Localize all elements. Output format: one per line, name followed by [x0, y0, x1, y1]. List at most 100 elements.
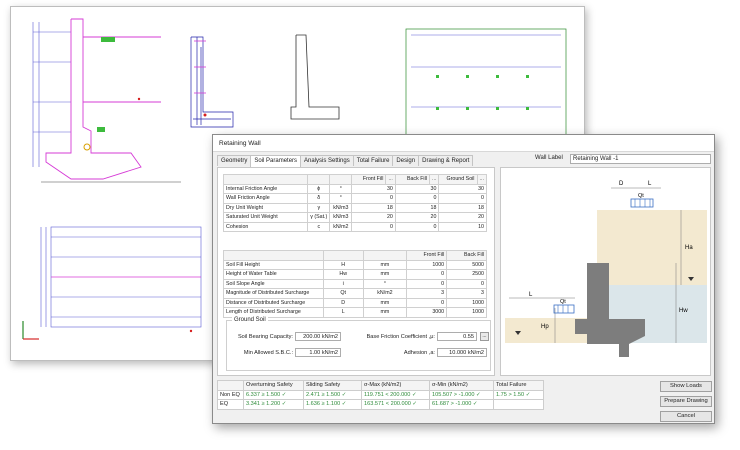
label-ha: Ha — [685, 245, 693, 251]
front-surcharge-arrows — [557, 305, 569, 313]
wall-label-input[interactable]: Retaining Wall -1 — [570, 154, 711, 164]
label-qt-top: Qt — [638, 193, 644, 199]
front-fill-options-button[interactable]: ... — [385, 174, 396, 185]
row-unit: kN/m3 — [329, 202, 353, 213]
back-fill-cell[interactable]: 1000 — [446, 307, 487, 318]
tab-design[interactable]: Design — [392, 155, 420, 166]
row-unit: mm — [362, 307, 408, 318]
row-unit: mm — [362, 259, 408, 270]
front-fill-cell[interactable]: 0 — [351, 221, 396, 232]
back-fill-options-button[interactable]: ... — [428, 174, 440, 185]
adhesion-label: Adhesion ,a: — [403, 350, 435, 356]
header-ground-soil: Ground Soil — [438, 174, 478, 185]
front-fill-cell[interactable]: 0 — [406, 269, 448, 280]
back-fill-cell[interactable]: 3 — [446, 288, 487, 299]
row-unit: kN/m3 — [329, 212, 353, 223]
fill-geometry-table: Front Fill Back Fill Soil Fill Height H … — [223, 250, 487, 318]
row-symbol: γ — [307, 202, 331, 213]
ground-soil-group: Ground Soil Soil Bearing Capacity: 200.0… — [226, 317, 491, 371]
label-d: D — [619, 181, 624, 187]
min-sbc-field[interactable]: 1.00 kN/m2 — [295, 348, 341, 357]
row-unit: mm — [362, 269, 408, 280]
row-label: Internal Friction Angle — [222, 183, 309, 194]
tab-soil-parameters[interactable]: Soil Parameters — [250, 155, 302, 167]
header-sigma-min: σ-Min (kN/m2) — [429, 380, 494, 391]
ground-soil-cell[interactable]: 10 — [438, 221, 487, 232]
back-fill-cell[interactable]: 0 — [446, 278, 487, 289]
row-symbol: L — [322, 307, 364, 318]
soil-parameters-panel: Front Fill ... Back Fill ... Ground Soil… — [217, 167, 495, 376]
ground-soil-options-button[interactable]: ... — [476, 174, 487, 185]
back-fill-cell[interactable]: 18 — [394, 202, 440, 213]
min-sbc-label: Min Allowed S.B.C.: — [243, 350, 293, 356]
header-cell — [307, 174, 331, 185]
row-symbol: Hw — [322, 269, 364, 280]
front-fill-cell[interactable]: 3 — [406, 288, 448, 299]
overturning-result: 6.337 ≥ 1.500 ✓ — [243, 389, 304, 400]
tab-drawing-report[interactable]: Drawing & Report — [418, 155, 474, 166]
table-row: Magnitude of Distributed Surcharge Qt kN… — [223, 288, 487, 299]
ground-soil-cell[interactable]: 30 — [438, 183, 487, 194]
ground-soil-cell[interactable]: 0 — [438, 193, 487, 204]
back-fill-cell[interactable]: 0 — [394, 221, 440, 232]
prepare-drawing-button[interactable]: Prepare Drawing — [660, 396, 712, 407]
table-row: Soil Fill Height H mm 1000 5000 — [223, 259, 487, 270]
label-l-top: L — [648, 181, 652, 187]
ground-soil-cell[interactable]: 18 — [438, 202, 487, 213]
row-symbol: ϕ — [307, 183, 331, 194]
row-unit: ° — [329, 183, 353, 194]
friction-coefficient-label: Base Friction Coefficient ,μ: — [366, 334, 435, 340]
row-label: Saturated Unit Weight — [222, 212, 309, 223]
total-failure-result — [493, 399, 544, 410]
row-label: Soil Slope Angle — [223, 278, 324, 289]
back-fill-cell[interactable]: 5000 — [446, 259, 487, 270]
back-fill-cell[interactable]: 0 — [394, 193, 440, 204]
back-fill-cell[interactable]: 2500 — [446, 269, 487, 280]
back-fill-cell[interactable]: 20 — [394, 212, 440, 223]
wall-label-caption: Wall Label — [535, 155, 563, 161]
row-symbol: γ (Sat.) — [307, 212, 331, 223]
retaining-wall-dialog: Retaining Wall Geometry Soil Parameters … — [212, 134, 715, 424]
front-fill-cell[interactable]: 1000 — [406, 259, 448, 270]
wall-preview: D L Qt L Qt Ha Hw Hp — [500, 167, 711, 376]
front-fill-cell[interactable]: 0 — [406, 278, 448, 289]
header-cell — [223, 250, 324, 261]
label-hw: Hw — [679, 308, 688, 314]
row-symbol: H — [322, 259, 364, 270]
tab-total-failure[interactable]: Total Failure — [352, 155, 394, 166]
table-row: Height of Water Table Hw mm 0 2500 — [223, 269, 487, 280]
retaining-wall-diagram: D L Qt L Qt Ha Hw Hp — [505, 181, 707, 357]
header-back-fill: Back Fill — [446, 250, 487, 261]
bearing-capacity-field[interactable]: 200.00 kN/m2 — [295, 332, 341, 341]
show-loads-button[interactable]: Show Loads — [660, 381, 712, 392]
table-row: Cohesion c kN/m2 0 0 10 — [222, 221, 487, 232]
header-total-failure: Total Failure — [493, 380, 544, 391]
header-front-fill: Front Fill — [406, 250, 448, 261]
dialog-title: Retaining Wall — [213, 135, 714, 152]
back-fill-cell[interactable]: 30 — [394, 183, 440, 194]
front-fill-cell[interactable]: 3000 — [406, 307, 448, 318]
front-fill-cell[interactable]: 0 — [406, 297, 448, 308]
friction-options-button[interactable]: ... — [480, 332, 489, 341]
table-row: Saturated Unit Weight γ (Sat.) kN/m3 20 … — [222, 212, 487, 223]
tab-analysis-settings[interactable]: Analysis Settings — [300, 155, 354, 166]
row-label: Dry Unit Weight — [222, 202, 309, 213]
bearing-capacity-label: Soil Bearing Capacity: — [237, 334, 293, 340]
friction-coefficient-field[interactable]: 0.55 — [437, 332, 477, 341]
results-table: Overturning Safety Sliding Safety σ-Max … — [217, 380, 544, 410]
tab-geometry[interactable]: Geometry — [217, 155, 252, 166]
back-fill-cell[interactable]: 1000 — [446, 297, 487, 308]
table-row: Non EQ 6.337 ≥ 1.500 ✓ 2.471 ≥ 1.500 ✓ 1… — [217, 389, 544, 400]
front-fill-cell[interactable]: 0 — [351, 193, 396, 204]
cancel-button[interactable]: Cancel — [660, 411, 712, 422]
front-fill-cell[interactable]: 20 — [351, 212, 396, 223]
header-cell — [362, 250, 408, 261]
front-fill-cell[interactable]: 30 — [351, 183, 396, 194]
ground-soil-cell[interactable]: 20 — [438, 212, 487, 223]
front-fill-cell[interactable]: 18 — [351, 202, 396, 213]
header-sliding: Sliding Safety — [303, 380, 362, 391]
total-failure-result: 1.75 > 1.50 ✓ — [493, 389, 544, 400]
sliding-result: 1.636 ≥ 1.100 ✓ — [303, 399, 362, 410]
adhesion-field[interactable]: 10.000 kN/m2 — [437, 348, 487, 357]
header-cell — [222, 174, 309, 185]
